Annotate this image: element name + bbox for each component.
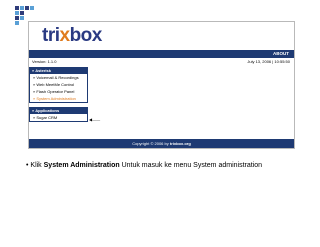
footer-site-link[interactable]: trixbox.org [170, 141, 191, 146]
decorative-square [20, 11, 24, 15]
version-label: Version: 1.1.0 [32, 59, 57, 64]
menu-item-sugar-crm[interactable]: » Sugar CRM [30, 114, 87, 121]
menu-item-flash-panel[interactable]: » Flash Operator Panel [30, 88, 87, 95]
menu-item-system-administration[interactable]: » System Administration [30, 95, 87, 102]
caption-bullet: • [26, 162, 29, 169]
decorative-square [25, 6, 29, 10]
trixbox-screenshot: trixbox ABOUT Version: 1.1.0 July 13, 20… [28, 21, 295, 149]
caption: • Klik System Administration Untuk masuk… [26, 162, 262, 169]
about-link[interactable]: ABOUT [273, 50, 289, 58]
footer-text: Copyright © 2006 by [132, 141, 169, 146]
sidebar: » Asterisk » Voicemail & Recordings » We… [29, 67, 88, 122]
menu-item-voicemail[interactable]: » Voicemail & Recordings [30, 74, 87, 81]
section-header-applications: » Applications [29, 107, 88, 114]
caption-prefix: Klik [30, 162, 42, 169]
decorative-square [20, 16, 24, 20]
decorative-square [15, 16, 19, 20]
footer: Copyright © 2006 by trixbox.org [29, 139, 294, 148]
decorative-square [20, 6, 24, 10]
caption-bold: System Administration [43, 162, 120, 169]
trixbox-logo: trixbox [42, 25, 102, 46]
decorative-square [15, 6, 19, 10]
menu-list-applications: » Sugar CRM [29, 114, 88, 122]
date-label: July 13, 2006 | 10:55:50 [247, 59, 290, 64]
caption-rest: Untuk masuk ke menu System administratio… [121, 162, 263, 169]
decorative-square [30, 6, 34, 10]
info-row: Version: 1.1.0 July 13, 2006 | 10:55:50 [29, 58, 294, 66]
nav-bar: ABOUT [29, 50, 294, 58]
pointer-arrow-icon: ◀—— [89, 117, 101, 122]
menu-item-meetme[interactable]: » Web MeetMe Control [30, 81, 87, 88]
header: trixbox [29, 22, 294, 50]
menu-list-asterisk: » Voicemail & Recordings » Web MeetMe Co… [29, 74, 88, 103]
decorative-square [15, 11, 19, 15]
section-header-asterisk: » Asterisk [29, 67, 88, 74]
decorative-square [15, 21, 19, 25]
